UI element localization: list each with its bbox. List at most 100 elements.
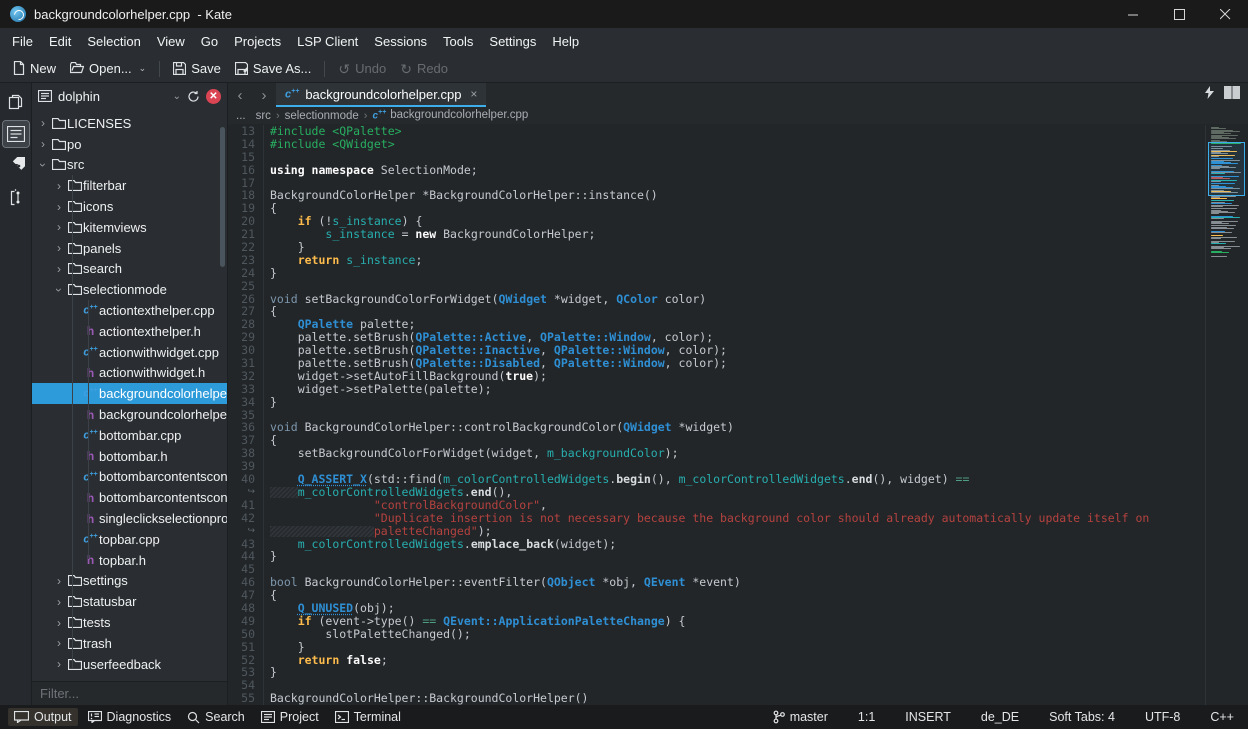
tree-folder-panels[interactable]: ›panels <box>32 238 227 259</box>
code-line[interactable]: 18BackgroundColorHelper *BackgroundColor… <box>228 189 1205 202</box>
code-line[interactable]: 34} <box>228 396 1205 409</box>
tree-chevron-icon[interactable]: › <box>52 200 66 214</box>
code-line[interactable]: 24} <box>228 267 1205 280</box>
menu-lsp-client[interactable]: LSP Client <box>289 30 366 53</box>
tree-chevron-icon[interactable]: › <box>52 283 66 297</box>
tree-folder-settings[interactable]: ›settings <box>32 571 227 592</box>
code-line[interactable]: 55BackgroundColorHelper::BackgroundColor… <box>228 692 1205 705</box>
tree-file-actionwithwidget-cpp[interactable]: c++actionwithwidget.cpp <box>32 342 227 363</box>
tree-file-bottombar-cpp[interactable]: c++bottombar.cpp <box>32 425 227 446</box>
tree-folder-licenses[interactable]: ›LICENSES <box>32 113 227 134</box>
minimap-viewport[interactable] <box>1208 142 1245 196</box>
tree-file-bottombarcontentscont-[interactable]: hbottombarcontentscont... <box>32 487 227 508</box>
code-line[interactable]: 21 s_instance = new BackgroundColorHelpe… <box>228 228 1205 241</box>
activity-project-list-icon[interactable] <box>3 121 29 147</box>
code-line[interactable]: 43 m_colorControlledWidgets.emplace_back… <box>228 538 1205 551</box>
open-button[interactable]: Open...⌄ <box>63 58 153 79</box>
statusbar-c++-item[interactable]: C++ <box>1204 708 1240 726</box>
tree-chevron-icon[interactable]: › <box>52 241 66 255</box>
tree-folder-search[interactable]: ›search <box>32 259 227 280</box>
menu-help[interactable]: Help <box>544 30 587 53</box>
tree-file-topbar-cpp[interactable]: c++topbar.cpp <box>32 529 227 550</box>
code-line[interactable]: 50 slotPaletteChanged(); <box>228 628 1205 641</box>
close-button[interactable] <box>1202 0 1248 28</box>
tree-folder-userfeedback[interactable]: ›userfeedback <box>32 654 227 675</box>
tree-file-singleclickselectionproxy-[interactable]: hsingleclickselectionproxy... <box>32 508 227 529</box>
menu-view[interactable]: View <box>149 30 193 53</box>
tree-folder-icons[interactable]: ›icons <box>32 196 227 217</box>
statusbar-output-button[interactable]: Output <box>8 708 78 726</box>
tree-file-actiontexthelper-cpp[interactable]: c++actiontexthelper.cpp <box>32 300 227 321</box>
save-button[interactable]: Save <box>166 58 228 79</box>
chevron-down-icon[interactable]: ⌄ <box>173 91 181 102</box>
tree-file-bottombar-h[interactable]: hbottombar.h <box>32 446 227 467</box>
menu-settings[interactable]: Settings <box>481 30 544 53</box>
tree-chevron-icon[interactable]: › <box>36 137 50 151</box>
code-line[interactable]: 44} <box>228 550 1205 563</box>
menu-edit[interactable]: Edit <box>41 30 79 53</box>
tree-chevron-icon[interactable]: › <box>52 657 66 671</box>
tree-chevron-icon[interactable]: › <box>52 595 66 609</box>
tree-folder-kitemviews[interactable]: ›kitemviews <box>32 217 227 238</box>
code-line[interactable]: 26void setBackgroundColorForWidget(QWidg… <box>228 293 1205 306</box>
menu-file[interactable]: File <box>4 30 41 53</box>
activity-git-icon[interactable] <box>3 153 29 179</box>
tree-file-backgroundcolorhelper-c-[interactable]: c++backgroundcolorhelper.c... <box>32 383 227 404</box>
tree-folder-po[interactable]: ›po <box>32 134 227 155</box>
breadcrumb-item[interactable]: c++backgroundcolorhelper.cpp <box>372 109 528 121</box>
new-button[interactable]: New <box>6 58 63 79</box>
tree-file-topbar-h[interactable]: htopbar.h <box>32 550 227 571</box>
tree-file-actiontexthelper-h[interactable]: hactiontexthelper.h <box>32 321 227 342</box>
statusbar-1-1-item[interactable]: 1:1 <box>852 708 881 726</box>
tree-chevron-icon[interactable]: › <box>36 116 50 130</box>
save-as-button[interactable]: Save As... <box>228 58 319 79</box>
code-line[interactable]: 33 widget->setPalette(palette); <box>228 383 1205 396</box>
statusbar-utf-8-item[interactable]: UTF-8 <box>1139 708 1186 726</box>
statusbar-search-button[interactable]: Search <box>181 708 251 726</box>
tree-chevron-icon[interactable]: › <box>52 179 66 193</box>
menu-selection[interactable]: Selection <box>79 30 148 53</box>
code-line[interactable]: 38 setBackgroundColorForWidget(widget, m… <box>228 447 1205 460</box>
code-line[interactable]: 16using namespace SelectionMode; <box>228 164 1205 177</box>
code-line[interactable]: 46bool BackgroundColorHelper::eventFilte… <box>228 576 1205 589</box>
activity-documents-icon[interactable] <box>3 89 29 115</box>
tree-chevron-icon[interactable]: › <box>52 616 66 630</box>
tree-chevron-icon[interactable]: › <box>52 262 66 276</box>
statusbar-de-de-item[interactable]: de_DE <box>975 708 1025 726</box>
menu-tools[interactable]: Tools <box>435 30 481 53</box>
quick-open-lightning-icon[interactable] <box>1205 86 1214 104</box>
close-project-icon[interactable]: ✕ <box>206 89 221 104</box>
tab-close-icon[interactable]: × <box>470 87 477 101</box>
split-view-icon[interactable] <box>1224 86 1240 104</box>
tree-folder-src[interactable]: ›src <box>32 155 227 176</box>
nav-back-icon[interactable]: ‹ <box>228 83 252 107</box>
statusbar-insert-item[interactable]: INSERT <box>899 708 957 726</box>
menu-projects[interactable]: Projects <box>226 30 289 53</box>
breadcrumb-item[interactable]: src <box>256 110 271 122</box>
tab-backgroundcolorhelper[interactable]: c++ backgroundcolorhelper.cpp × <box>276 83 486 107</box>
tree-folder-selectionmode[interactable]: ›selectionmode <box>32 279 227 300</box>
breadcrumb-item[interactable]: selectionmode <box>285 110 359 122</box>
code-line[interactable]: 14#include <QWidget> <box>228 138 1205 151</box>
nav-forward-icon[interactable]: › <box>252 83 276 107</box>
breadcrumb-ellipsis[interactable]: ... <box>236 110 246 122</box>
minimap[interactable] <box>1205 125 1248 705</box>
code-line[interactable]: 52 return false; <box>228 654 1205 667</box>
tree-folder-tests[interactable]: ›tests <box>32 612 227 633</box>
code-line[interactable]: 53} <box>228 666 1205 679</box>
tree-scrollbar[interactable] <box>220 127 225 267</box>
tree-folder-filterbar[interactable]: ›filterbar <box>32 175 227 196</box>
tree-chevron-icon[interactable]: › <box>52 574 66 588</box>
tree-chevron-icon[interactable]: › <box>36 158 50 172</box>
tree-chevron-icon[interactable]: › <box>52 220 66 234</box>
tree-folder-trash[interactable]: ›trash <box>32 633 227 654</box>
filter-input[interactable] <box>32 686 227 701</box>
tree-chevron-icon[interactable]: › <box>52 636 66 650</box>
tree-file-bottombarcontentscont-[interactable]: c++bottombarcontentscont... <box>32 467 227 488</box>
editor-body[interactable]: 13#include <QPalette>14#include <QWidget… <box>228 124 1248 705</box>
code-line[interactable]: 23 return s_instance; <box>228 254 1205 267</box>
menu-sessions[interactable]: Sessions <box>366 30 435 53</box>
maximize-button[interactable] <box>1156 0 1202 28</box>
tree-folder-statusbar[interactable]: ›statusbar <box>32 591 227 612</box>
menu-go[interactable]: Go <box>193 30 226 53</box>
